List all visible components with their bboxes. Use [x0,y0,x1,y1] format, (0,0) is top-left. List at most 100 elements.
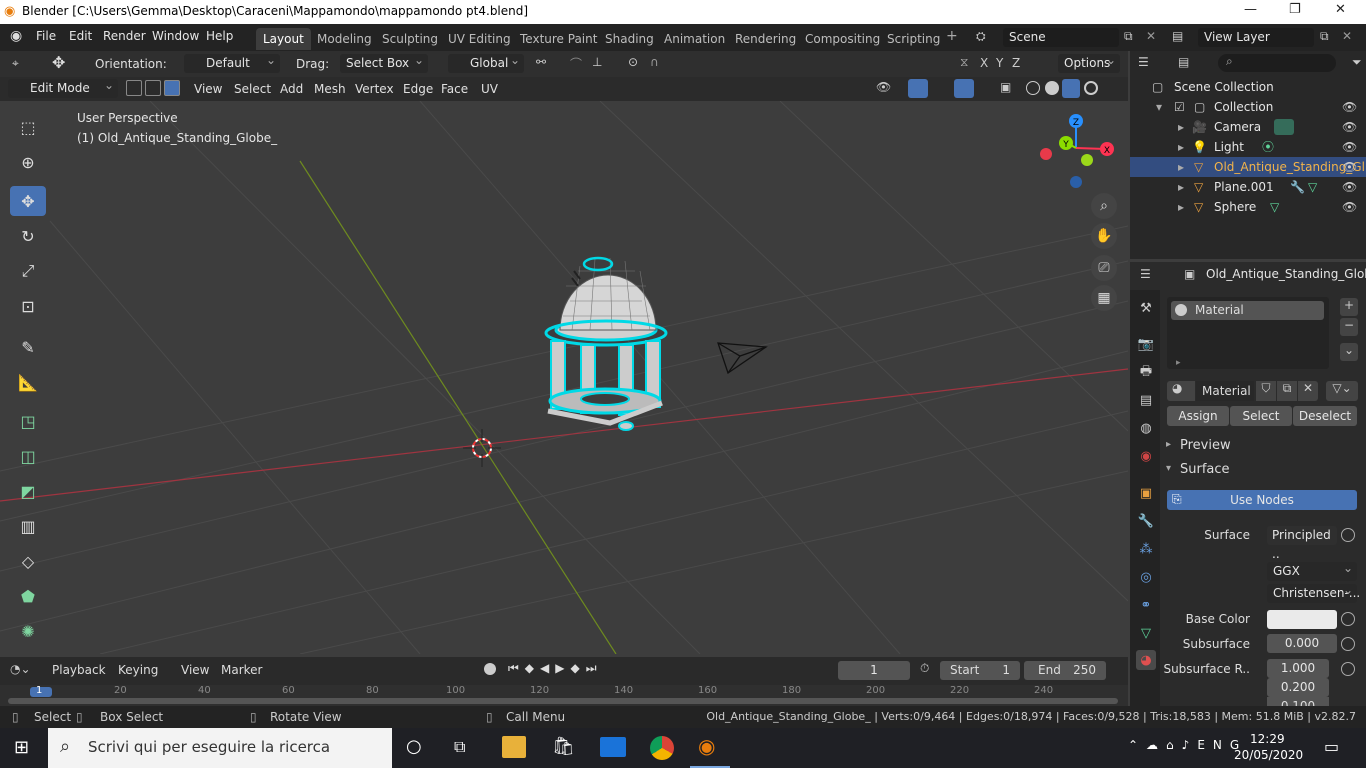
3d-viewport[interactable]: Z X Y User Perspective (1) Old_Antique_S… [0,101,1128,654]
face-select-icon[interactable] [164,80,180,96]
tray-icons[interactable]: ⌃☁⌂♪ENG [1128,738,1247,752]
subsurface-radius-g[interactable]: 0.200 [1267,678,1329,697]
slot-specials-icon[interactable]: ⌄ [1340,343,1358,361]
cursor-tool-icon[interactable]: ⊕ [10,147,46,177]
timeline-editor-icon[interactable]: ◔⌄ [10,662,31,676]
axis-x-toggle[interactable]: X [980,56,988,70]
xray-icon[interactable]: ▣ [1000,80,1011,94]
clock-time[interactable]: 12:29 [1250,732,1285,746]
menu-edge[interactable]: Edge [403,82,433,96]
outliner-editor-icon[interactable]: ☰ [1138,55,1149,69]
menu-face[interactable]: Face [441,82,468,96]
socket-icon[interactable] [1341,528,1355,542]
menu-render[interactable]: Render [103,29,146,43]
spin-tool-icon[interactable]: ✺ [10,616,46,646]
measure-tool-icon[interactable]: 📐 [10,367,46,397]
extrude-tool-icon[interactable]: ◳ [10,406,46,436]
menu-edit[interactable]: Edit [69,29,92,43]
new-scene-icon[interactable]: ⧉ [1124,29,1133,44]
socket-icon[interactable] [1341,612,1355,626]
minimize-icon[interactable]: — [1244,2,1257,17]
menu-add[interactable]: Add [280,82,303,96]
render-tab-icon[interactable]: 📷 [1136,334,1156,354]
transform-tool-icon[interactable]: ⊡ [10,291,46,321]
outliner-item-light[interactable]: ▸ 💡 Light ⦿ 👁 [1130,137,1366,157]
navigation-gizmo[interactable]: Z X Y [1040,114,1114,188]
tab-uv-editing[interactable]: UV Editing [441,28,518,50]
view-layer-icon[interactable]: ▤ [1172,29,1183,43]
base-color-swatch[interactable] [1267,610,1337,629]
task-view-icon[interactable]: ⧉ [454,737,465,757]
ortho-grid-icon[interactable]: ▦ [1091,285,1117,311]
surface-shader-field[interactable]: Principled .. [1267,526,1337,561]
snap-target-icon[interactable]: ⊥ [592,55,602,69]
modifier-tab-icon[interactable]: 🔧 [1136,511,1156,531]
menu-help[interactable]: Help [206,29,233,43]
chrome-icon[interactable] [650,736,674,760]
menu-view[interactable]: View [194,82,222,96]
remove-slot-icon[interactable]: − [1340,318,1358,336]
solid-shading-icon[interactable] [1045,81,1059,95]
windows-start-icon[interactable]: ⊞ [14,737,29,758]
tab-rendering[interactable]: Rendering [728,28,803,50]
notifications-icon[interactable]: ▭ [1324,737,1339,756]
expand-icon[interactable]: ▸ [1178,117,1184,137]
expand-icon[interactable]: ▸ [1178,157,1184,177]
store-icon[interactable]: 🛍 [552,736,575,757]
tab-compositing[interactable]: Compositing [798,28,887,50]
cortana-icon[interactable]: ○ [406,736,422,757]
display-mode-icon[interactable]: ▤ [1178,55,1189,69]
record-icon[interactable] [484,663,496,675]
eye-icon[interactable]: 👁 [1342,117,1357,137]
blender-taskbar-icon[interactable]: ◉ [698,734,715,758]
wireframe-shading-icon[interactable] [1026,81,1040,95]
tab-shading[interactable]: Shading [598,28,661,50]
delete-view-layer-icon[interactable]: ✕ [1342,29,1352,43]
menu-select[interactable]: Select [234,82,271,96]
drag-dropdown[interactable]: Select Box [340,51,428,73]
object-tab-icon[interactable]: ▣ [1136,483,1156,503]
deselect-button[interactable]: Deselect [1293,406,1357,426]
filter-icon[interactable]: ⏷ [1352,55,1362,70]
current-frame-field[interactable]: 1 [838,661,910,680]
world-tab-icon[interactable]: ◉ [1136,446,1156,466]
menu-vertex[interactable]: Vertex [355,82,394,96]
outliner-item-plane[interactable]: ▸ ▽ Plane.001 🔧 ▽ 👁 [1130,177,1366,197]
new-view-layer-icon[interactable]: ⧉ [1320,29,1329,44]
orientation-dropdown[interactable]: Default [184,51,280,73]
expand-icon[interactable]: ▾ [1156,97,1162,117]
tab-layout[interactable]: Layout [256,28,311,50]
tool-settings-icon[interactable]: ⌖ [12,56,19,71]
expand-icon[interactable]: ▸ [1178,177,1184,197]
outliner-collection[interactable]: ▾ ☑ ▢ Collection 👁 [1130,97,1366,117]
close-icon[interactable]: ✕ [1335,2,1346,17]
distribution-dropdown[interactable]: GGX [1267,559,1357,581]
mirror-icon[interactable]: ⧖ [960,55,968,70]
clock-icon[interactable]: ⏱ [920,661,929,676]
subsurface-method-dropdown[interactable]: Christensen-... [1267,581,1360,603]
menu-playback[interactable]: Playback [52,663,106,677]
duplicate-material-icon[interactable]: ⧉ [1277,381,1297,401]
axis-z-toggle[interactable]: Z [1012,56,1020,70]
menu-file[interactable]: File [36,29,56,43]
particles-tab-icon[interactable]: ⁂ [1136,539,1156,559]
poly-build-tool-icon[interactable]: ⬟ [10,581,46,611]
outliner-scene-collection[interactable]: ▢ Scene Collection [1130,77,1366,97]
start-frame-field[interactable]: Start 1 [940,661,1020,680]
scene-tab-icon[interactable]: ◍ [1136,418,1156,438]
proportional-edit-icon[interactable]: ⊙ [628,55,638,69]
options-dropdown[interactable]: Options [1058,51,1120,73]
eye-icon[interactable]: 👁 [1342,197,1357,217]
end-frame-field[interactable]: End 250 [1024,661,1106,680]
restore-icon[interactable]: ❐ [1289,2,1301,17]
view-layer-tab-icon[interactable]: ▤ [1136,390,1156,410]
axis-y-toggle[interactable]: Y [996,56,1003,70]
socket-icon[interactable] [1341,662,1355,676]
surface-panel-header[interactable]: Surface [1180,462,1230,477]
unlink-material-icon[interactable]: ✕ [1298,381,1318,401]
menu-window[interactable]: Window [152,29,199,43]
blender-menu-icon[interactable]: ◉ [10,28,22,44]
timeline-ruler[interactable]: 1 20 40 60 80 100 120 140 160 180 200 22… [0,685,1128,706]
eye-icon[interactable]: 👁 [1342,177,1357,197]
gizmo-toggle-icon[interactable] [908,79,928,98]
